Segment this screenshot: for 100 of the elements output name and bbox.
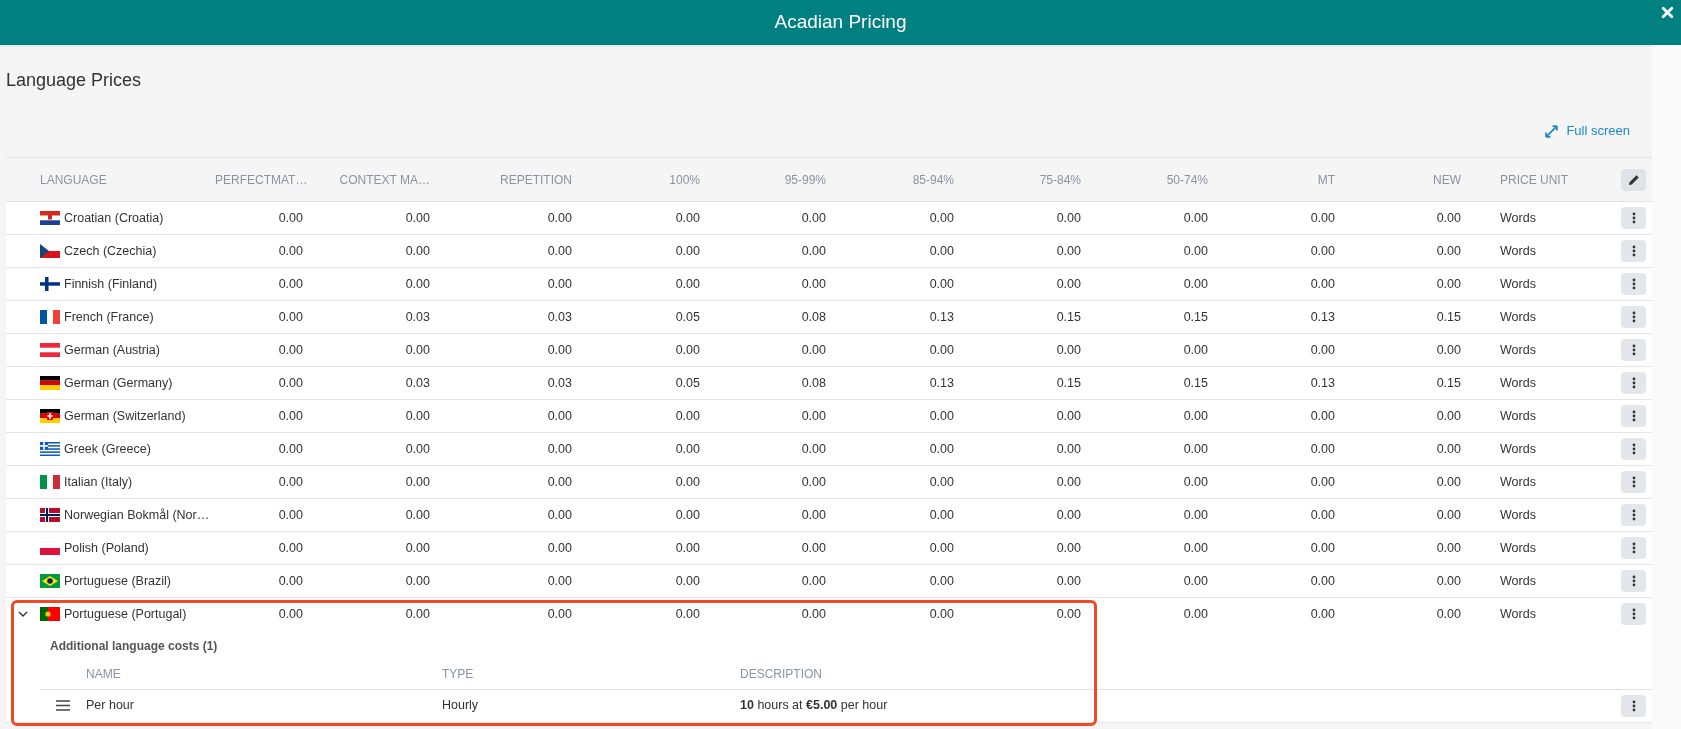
price-value: 0.00 xyxy=(1310,408,1335,423)
row-menu-button[interactable] xyxy=(1621,471,1646,493)
price-value: 0.15 xyxy=(1056,375,1081,390)
row-menu-button[interactable] xyxy=(1621,372,1646,394)
price-value: 0.15 xyxy=(1436,309,1461,324)
column-header: 50-74% xyxy=(1166,172,1208,187)
row-menu-button[interactable] xyxy=(1621,306,1646,328)
column-header: DESCRIPTION xyxy=(740,666,822,681)
more-icon xyxy=(1631,410,1636,422)
cost-type: Hourly xyxy=(442,698,479,713)
price-value: 0.15 xyxy=(1183,309,1208,324)
flag-icon xyxy=(40,409,60,423)
price-value: 0.00 xyxy=(1056,573,1081,588)
price-value: 0.13 xyxy=(1310,309,1335,324)
price-unit: Words xyxy=(1500,243,1536,258)
price-unit: Words xyxy=(1500,540,1536,555)
more-icon xyxy=(1631,377,1636,389)
row-menu-button[interactable] xyxy=(1621,240,1646,262)
price-value: 0.00 xyxy=(278,309,303,324)
price-value: 0.15 xyxy=(1056,309,1081,324)
price-unit: Words xyxy=(1500,276,1536,291)
price-value: 0.00 xyxy=(929,573,954,588)
price-value: 0.03 xyxy=(405,309,430,324)
flag-icon xyxy=(40,508,60,522)
flag-icon xyxy=(40,376,60,390)
price-value: 0.00 xyxy=(1056,507,1081,522)
row-menu-button[interactable] xyxy=(1621,537,1646,559)
row-menu-button[interactable] xyxy=(1621,570,1646,592)
language-name: German (Austria) xyxy=(64,341,160,359)
table-row[interactable]: German (Switzerland) 0.00 0.00 0.00 0.00 0.00 0.00 0.00 0.00 0.00 0.00 Words xyxy=(6,400,1652,433)
table-row[interactable]: Finnish (Finland) 0.00 0.00 0.00 0.00 0.00 0.00 0.00 0.00 0.00 0.00 Words xyxy=(6,268,1652,301)
price-value: 0.15 xyxy=(1183,375,1208,390)
price-value: 0.00 xyxy=(1056,540,1081,555)
page-title: Language Prices xyxy=(6,69,142,91)
price-value: 0.00 xyxy=(1436,342,1461,357)
drag-handle-icon[interactable] xyxy=(56,700,70,711)
price-value: 0.00 xyxy=(1056,441,1081,456)
price-value: 0.00 xyxy=(1183,441,1208,456)
row-menu-button[interactable] xyxy=(1621,207,1646,229)
edit-button[interactable] xyxy=(1621,168,1646,191)
more-icon xyxy=(1631,542,1636,554)
price-value: 0.00 xyxy=(1436,210,1461,225)
price-value: 0.00 xyxy=(405,441,430,456)
row-menu-button[interactable] xyxy=(1621,273,1646,295)
table-row[interactable]: Italian (Italy) 0.00 0.00 0.00 0.00 0.00 0.00 0.00 0.00 0.00 0.00 Words xyxy=(6,466,1652,499)
price-unit: Words xyxy=(1500,507,1536,522)
price-value: 0.00 xyxy=(1436,507,1461,522)
table-row[interactable]: Norwegian Bokmål (Nor… 0.00 0.00 0.00 0.00 0.00 0.00 0.00 0.00 0.00 0.00 Words xyxy=(6,499,1652,532)
price-value: 0.00 xyxy=(675,243,700,258)
column-header: 100% xyxy=(669,172,700,187)
price-value: 0.00 xyxy=(547,276,572,291)
table-row[interactable]: Greek (Greece) 0.00 0.00 0.00 0.00 0.00 0.00 0.00 0.00 0.00 0.00 Words xyxy=(6,433,1652,466)
table-row[interactable]: German (Austria) 0.00 0.00 0.00 0.00 0.00 0.00 0.00 0.00 0.00 0.00 Words xyxy=(6,334,1652,367)
flag-icon xyxy=(40,574,60,588)
table-row[interactable]: German (Germany) 0.00 0.03 0.03 0.05 0.08 0.13 0.15 0.15 0.13 0.15 Words xyxy=(6,367,1652,400)
price-value: 0.00 xyxy=(675,408,700,423)
row-menu-button[interactable] xyxy=(1621,405,1646,427)
column-header: 85-94% xyxy=(912,172,954,187)
more-icon xyxy=(1631,443,1636,455)
more-icon xyxy=(1631,575,1636,587)
table-row[interactable]: Czech (Czechia) 0.00 0.00 0.00 0.00 0.00 0.00 0.00 0.00 0.00 0.00 Words xyxy=(6,235,1652,268)
expand-icon xyxy=(1545,124,1559,138)
column-header: PRICE UNIT xyxy=(1500,172,1568,187)
price-value: 0.00 xyxy=(547,210,572,225)
full-screen-link[interactable]: Full screen xyxy=(1545,121,1630,141)
row-menu-button[interactable] xyxy=(1621,339,1646,361)
close-button[interactable] xyxy=(1659,4,1675,20)
table-row[interactable]: Croatian (Croatia) 0.00 0.00 0.00 0.00 0.00 0.00 0.00 0.00 0.00 0.00 Words xyxy=(6,202,1652,235)
more-icon xyxy=(1631,245,1636,257)
row-menu-button[interactable] xyxy=(1621,504,1646,526)
table-row[interactable]: Portuguese (Brazil) 0.00 0.00 0.00 0.00 0.00 0.00 0.00 0.00 0.00 0.00 Words xyxy=(6,565,1652,598)
price-value: 0.00 xyxy=(675,507,700,522)
price-value: 0.00 xyxy=(278,210,303,225)
price-value: 0.05 xyxy=(675,309,700,324)
table-row[interactable]: Portuguese (Portugal) 0.00 0.00 0.00 0.00 0.00 0.00 0.00 0.00 0.00 0.00 Words Additional language costs (1) NAME TYPE DESCRIPTION Per hour Hourly 10 hours at €5.00 per hour xyxy=(6,598,1652,723)
price-value: 0.13 xyxy=(929,375,954,390)
price-value: 0.00 xyxy=(929,507,954,522)
price-value: 0.00 xyxy=(801,507,826,522)
price-value: 0.00 xyxy=(1436,243,1461,258)
table-row[interactable]: Polish (Poland) 0.00 0.00 0.00 0.00 0.00 0.00 0.00 0.00 0.00 0.00 Words xyxy=(6,532,1652,565)
row-menu-button[interactable] xyxy=(1621,438,1646,460)
price-value: 0.00 xyxy=(405,408,430,423)
table-row[interactable]: French (France) 0.00 0.03 0.03 0.05 0.08 0.13 0.15 0.15 0.13 0.15 Words xyxy=(6,301,1652,334)
price-value: 0.00 xyxy=(1183,573,1208,588)
price-value: 0.00 xyxy=(547,573,572,588)
language-name: Polish (Poland) xyxy=(64,539,149,557)
chevron-down-icon[interactable] xyxy=(18,610,28,618)
price-value: 0.00 xyxy=(929,408,954,423)
language-name: German (Switzerland) xyxy=(64,407,186,425)
language-name: Norwegian Bokmål (Nor… xyxy=(64,506,210,524)
price-value: 0.00 xyxy=(929,210,954,225)
close-icon xyxy=(1660,5,1674,19)
price-value: 0.00 xyxy=(929,474,954,489)
price-value: 0.00 xyxy=(1436,540,1461,555)
row-menu-button[interactable] xyxy=(1621,603,1646,625)
flag-icon xyxy=(40,475,60,489)
flag-icon xyxy=(40,211,60,225)
language-name: Portuguese (Brazil) xyxy=(64,572,171,590)
price-value: 0.00 xyxy=(405,606,430,621)
column-header: TYPE xyxy=(442,666,474,681)
